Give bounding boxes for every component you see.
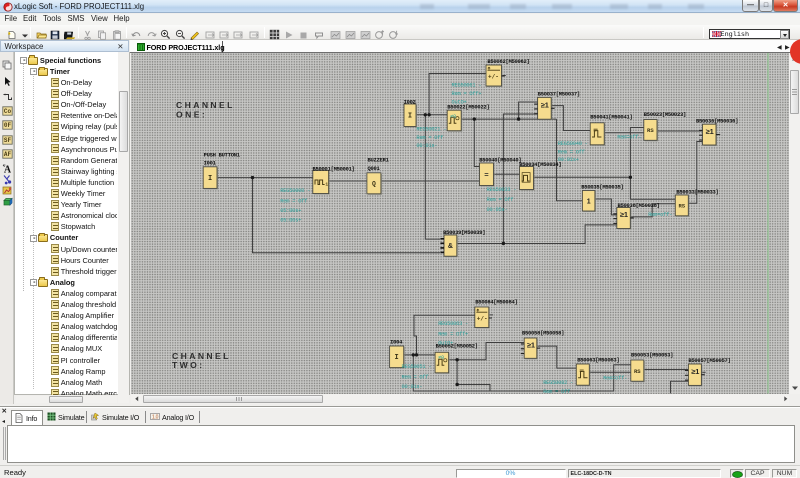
svg-text:REG50040 -: REG50040 -: [558, 141, 588, 147]
svg-text:REG50051 -: REG50051 -: [402, 364, 432, 370]
svg-text:Rem = Off: Rem = Off: [280, 198, 307, 204]
svg-text:B50084[M50084]: B50084[M50084]: [475, 299, 517, 306]
svg-text:B50062[M50062]: B50062[M50062]: [487, 58, 529, 65]
svg-text:Rem=off-: Rem=off-: [603, 376, 627, 382]
svg-text:Rem = Off+: Rem = Off+: [438, 332, 468, 338]
svg-text:B50037[M50037]: B50037[M50037]: [538, 91, 580, 98]
svg-text:Rem=off-: Rem=off-: [617, 135, 641, 141]
svg-text:TWO:: TWO:: [172, 360, 205, 370]
svg-text:I004: I004: [390, 339, 403, 346]
svg-text:I002: I002: [404, 99, 416, 106]
svg-text:≥1: ≥1: [620, 210, 628, 219]
svg-text:+/-: +/-: [488, 73, 499, 80]
svg-text:PUSH BUTTON1: PUSH BUTTON1: [204, 151, 241, 158]
svg-text:B50039[M50039]: B50039[M50039]: [443, 229, 485, 236]
svg-text:≥1: ≥1: [706, 127, 714, 136]
svg-text:B50036[M50036]: B50036[M50036]: [696, 118, 738, 125]
svg-text:B50040[M50040]: B50040[M50040]: [479, 157, 521, 164]
svg-text:≥1: ≥1: [527, 340, 535, 349]
svg-text:Rem=off-: Rem=off-: [648, 212, 672, 218]
svg-text:B50035[M50035]: B50035[M50035]: [581, 183, 623, 190]
svg-text:05:00s+: 05:00s+: [280, 208, 301, 214]
svg-text:1.0: 1.0: [152, 414, 159, 420]
svg-text:ONE:: ONE:: [176, 109, 207, 119]
svg-text:B50001[M50001]: B50001[M50001]: [313, 166, 355, 173]
svg-text:RS: RS: [678, 203, 685, 210]
svg-text:B50057[M50057]: B50057[M50057]: [688, 357, 730, 364]
svg-text:Rem = Off: Rem = Off: [558, 149, 585, 155]
svg-text:1: 1: [325, 181, 328, 187]
svg-text:00:01s+: 00:01s+: [558, 157, 579, 163]
svg-text:OutO+: OutO+: [438, 340, 453, 346]
svg-text:00:01s-: 00:01s-: [402, 384, 423, 390]
svg-text:REG50000 -: REG50000 -: [280, 188, 310, 194]
svg-text:≠0: ≠0: [438, 355, 444, 361]
svg-text:RS: RS: [647, 127, 654, 134]
svg-text:REG50021 -: REG50021 -: [416, 126, 446, 132]
svg-text:&: &: [448, 243, 453, 250]
svg-text:B50053[M50053]: B50053[M50053]: [631, 352, 673, 359]
svg-text:I: I: [408, 113, 412, 121]
svg-text:=: =: [484, 172, 489, 180]
svg-text:+/-: +/-: [477, 315, 488, 322]
svg-text:Rem = Off: Rem = Off: [487, 197, 514, 203]
svg-text:B50033[M50033]: B50033[M50033]: [676, 189, 718, 196]
svg-text:B50038[M50038]: B50038[M50038]: [618, 202, 660, 209]
svg-text:OutO+: OutO+: [452, 100, 467, 106]
svg-text:REG50033 -: REG50033 -: [487, 187, 517, 193]
svg-text:I001: I001: [204, 160, 217, 167]
svg-text:B50034[M50034]: B50034[M50034]: [519, 161, 561, 168]
svg-text:B50023[M50023]: B50023[M50023]: [644, 111, 686, 118]
svg-text:I: I: [395, 354, 399, 362]
svg-text:REG50061 -: REG50061 -: [452, 82, 482, 88]
svg-text:Rem = Off+: Rem = Off+: [452, 91, 482, 97]
svg-text:REG50063 -: REG50063 -: [438, 321, 468, 327]
svg-text:Rem = Off: Rem = Off: [402, 375, 429, 381]
svg-text:B50058[M50058]: B50058[M50058]: [522, 330, 564, 337]
svg-text:B50063[M50063]: B50063[M50063]: [577, 357, 619, 364]
svg-text:Q001: Q001: [368, 165, 381, 172]
svg-text:Rem = Off: Rem = Off: [416, 135, 443, 141]
svg-text:00:01s-: 00:01s-: [416, 143, 437, 149]
svg-text:BUZZER1: BUZZER1: [368, 157, 390, 164]
svg-text:RS: RS: [634, 368, 641, 375]
svg-text:I: I: [208, 175, 212, 183]
svg-text:1: 1: [587, 198, 591, 205]
svg-text:≥1: ≥1: [691, 367, 699, 376]
svg-text:B50041[M50041]: B50041[M50041]: [590, 114, 632, 121]
svg-text:≠0: ≠0: [450, 114, 456, 120]
svg-text:REG50082 -: REG50082 -: [543, 380, 573, 386]
svg-text:≥1: ≥1: [541, 101, 549, 110]
svg-text:Q: Q: [372, 181, 376, 188]
svg-text:05:00s+: 05:00s+: [280, 217, 301, 223]
svg-text:00:05s-: 00:05s-: [487, 207, 508, 213]
